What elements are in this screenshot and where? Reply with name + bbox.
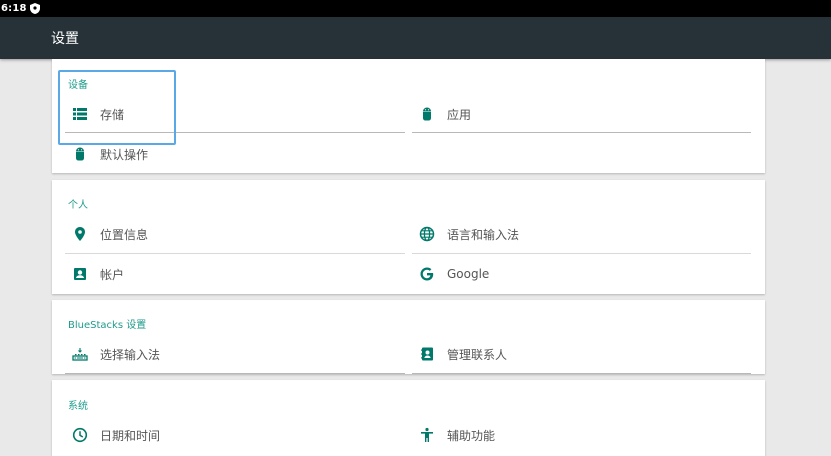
section-personal: 个人 位置信息 语言和输入法 帐户 Google (52, 180, 765, 294)
tile-google[interactable]: Google (409, 254, 489, 294)
tile-date-time[interactable]: 日期和时间 (62, 415, 160, 455)
status-time: 6:18 (1, 3, 27, 14)
clock-icon (62, 425, 98, 445)
keyboard-icon (62, 344, 98, 364)
section-system: 系统 日期和时间 辅助功能 (52, 380, 765, 456)
shield-icon (29, 3, 40, 14)
tile-date-time-label: 日期和时间 (100, 428, 161, 443)
tile-language-input[interactable]: 语言和输入法 (409, 214, 519, 254)
tile-google-label: Google (447, 267, 490, 281)
app-bar: 设置 (0, 17, 831, 59)
tile-accessibility-label: 辅助功能 (447, 428, 496, 443)
tile-accessibility[interactable]: 辅助功能 (409, 415, 495, 455)
account-box-icon (62, 264, 98, 284)
globe-icon (409, 224, 445, 244)
status-bar: 6:18 (0, 0, 831, 17)
tile-default-actions[interactable]: 默认操作 (62, 134, 148, 174)
section-title-system: 系统 (68, 401, 88, 412)
tile-default-actions-label: 默认操作 (100, 147, 149, 162)
page-title: 设置 (51, 31, 79, 47)
tile-location-label: 位置信息 (100, 227, 149, 242)
storage-icon (62, 104, 98, 124)
location-pin-icon (62, 224, 98, 244)
tile-storage[interactable]: 存储 (62, 94, 124, 134)
divider (412, 373, 751, 374)
tile-language-input-label: 语言和输入法 (447, 227, 520, 242)
section-title-personal: 个人 (68, 200, 88, 211)
tile-manage-contacts-label: 管理联系人 (447, 347, 508, 362)
section-title-bluestacks: BlueStacks 设置 (68, 320, 147, 331)
section-bluestacks: BlueStacks 设置 选择输入法 管理联系人 (52, 300, 765, 374)
tile-accounts-label: 帐户 (100, 267, 125, 282)
divider (412, 132, 751, 133)
android-icon (409, 104, 445, 124)
tile-choose-input-label: 选择输入法 (100, 347, 161, 362)
tile-storage-label: 存储 (100, 107, 125, 122)
tile-apps[interactable]: 应用 (409, 94, 471, 134)
section-device: 设备 存储 应用 默认操作 (52, 59, 765, 173)
accessibility-icon (409, 425, 445, 445)
divider (65, 373, 405, 374)
divider (65, 132, 405, 133)
tile-apps-label: 应用 (447, 107, 472, 122)
google-icon (409, 264, 445, 284)
tile-accounts[interactable]: 帐户 (62, 254, 124, 294)
section-title-device: 设备 (68, 80, 88, 91)
android-icon (62, 144, 98, 164)
tile-manage-contacts[interactable]: 管理联系人 (409, 334, 507, 374)
contacts-icon (409, 344, 445, 364)
tile-location[interactable]: 位置信息 (62, 214, 148, 254)
tile-choose-input[interactable]: 选择输入法 (62, 334, 160, 374)
